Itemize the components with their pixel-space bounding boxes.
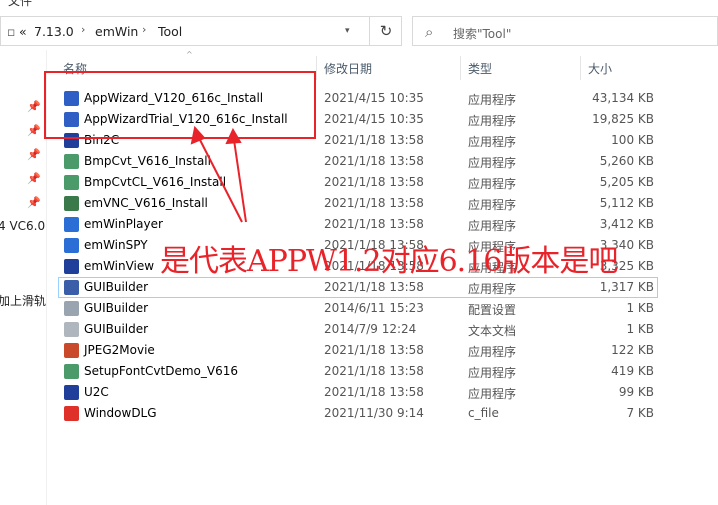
annotation-text: 是代表APPW1.2对应6.16版本是吧	[160, 244, 618, 279]
annotation-arrowhead	[190, 125, 206, 145]
annotation-arrowhead	[225, 127, 242, 145]
